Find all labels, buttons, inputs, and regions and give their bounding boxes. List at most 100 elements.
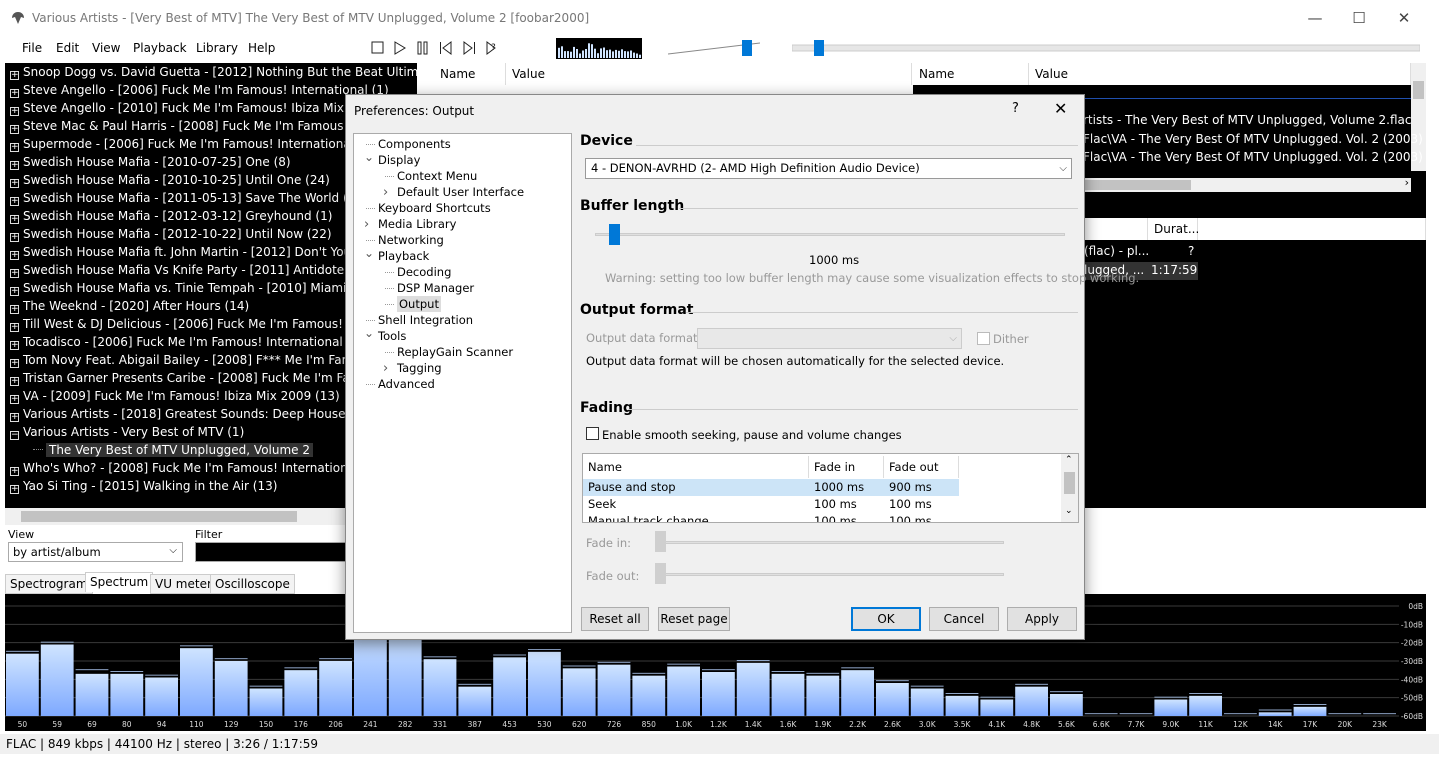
device-select[interactable]: 4 - DENON-AVRHD (2- AMD High Definition …	[585, 158, 1072, 179]
expand-icon[interactable]: +	[10, 269, 19, 278]
column-title[interactable]	[1084, 218, 1148, 240]
close-window-button[interactable]: ✕	[1381, 6, 1427, 32]
chevron-right-icon[interactable]: ›	[364, 217, 369, 232]
maximize-button[interactable]: ☐	[1336, 6, 1382, 32]
pref-tree-item[interactable]: Media Library	[378, 216, 456, 232]
fade-in-slider-thumb[interactable]	[655, 531, 666, 552]
column-duration[interactable]: Durat...	[1148, 218, 1199, 240]
pref-tree-item[interactable]: Display	[378, 152, 420, 168]
library-item[interactable]: + Tom Novy Feat. Abigail Bailey - [2008] …	[10, 351, 387, 369]
preferences-tree[interactable]: Components ⌄ Display Context Menu › Default U…	[353, 133, 572, 633]
menu-help[interactable]: Help	[248, 41, 275, 55]
library-item[interactable]: + Swedish House Mafia - [2012-10-22] Unti…	[10, 225, 332, 243]
playlist-row-title[interactable]: (flac) - pl...	[1084, 244, 1149, 258]
tab-spectrogram[interactable]: Spectrogram	[5, 574, 93, 594]
filter-input[interactable]	[195, 542, 350, 562]
expand-icon[interactable]: +	[10, 305, 19, 314]
pref-tree-item[interactable]: ReplayGain Scanner	[397, 344, 513, 360]
help-button[interactable]: ?	[1012, 101, 1019, 116]
reset-all-button[interactable]: Reset all	[581, 607, 649, 631]
pref-tree-item[interactable]: Shell Integration	[378, 312, 473, 328]
tab-oscilloscope[interactable]: Oscilloscope	[210, 574, 295, 594]
library-item[interactable]: + Tocadisco - [2006] Fuck Me I'm Famous! …	[10, 333, 364, 351]
pref-tree-item[interactable]: Output	[397, 296, 441, 312]
view-mode-select[interactable]: by artist/album ⌵	[8, 542, 183, 562]
column-value[interactable]: Value	[506, 63, 912, 85]
column-name[interactable]: Name	[434, 63, 506, 85]
fade-row[interactable]: Seek 100 ms 100 ms	[583, 496, 959, 513]
pref-tree-item[interactable]: Components	[378, 136, 451, 152]
library-item[interactable]: + Who's Who? - [2008] Fuck Me I'm Famous!…	[10, 459, 384, 477]
library-item[interactable]: + The Weeknd - [2020] After Hours (14)	[10, 297, 249, 315]
apply-button[interactable]: Apply	[1007, 607, 1077, 631]
library-item[interactable]: + Steve Angello - [2010] Fuck Me I'm Famo…	[10, 99, 399, 117]
library-item[interactable]: + Steve Mac & Paul Harris - [2008] Fuck M…	[10, 117, 388, 135]
library-item[interactable]: + Tristan Garner Presents Caribe - [2008]…	[10, 369, 387, 387]
menu-file[interactable]: File	[22, 41, 42, 55]
library-item[interactable]: + Swedish House Mafia - [2012-03-12] Grey…	[10, 207, 332, 225]
column-name[interactable]: Name	[913, 63, 1029, 85]
scrollbar-thumb[interactable]	[1064, 472, 1075, 494]
library-item[interactable]: + VA - [2009] Fuck Me I'm Famous! Ibiza M…	[10, 387, 340, 405]
expand-icon[interactable]: +	[10, 323, 19, 332]
buffer-slider-track[interactable]	[595, 233, 1065, 236]
expand-icon[interactable]: +	[10, 395, 19, 404]
library-item[interactable]: + Swedish House Mafia - [2010-07-25] One …	[10, 153, 291, 171]
fade-column-out[interactable]: Fade out	[884, 456, 959, 478]
cancel-button[interactable]: Cancel	[929, 607, 999, 631]
expand-icon[interactable]: +	[10, 413, 19, 422]
chevron-right-icon[interactable]: ›	[1405, 176, 1409, 189]
scrollbar-thumb[interactable]	[1413, 81, 1424, 99]
scrollbar-thumb[interactable]	[1083, 180, 1191, 190]
chevron-down-icon[interactable]: ⌄	[1065, 506, 1073, 516]
fade-list-scrollbar[interactable]: ⌃ ⌄	[1061, 454, 1078, 522]
tab-spectrum[interactable]: Spectrum	[85, 572, 154, 592]
collapse-icon[interactable]: −	[10, 431, 19, 440]
tab-vu-meter[interactable]: VU meter	[150, 574, 217, 594]
chevron-down-icon[interactable]: ⌄	[364, 326, 374, 340]
volume-slider[interactable]	[668, 40, 760, 56]
chevron-up-icon[interactable]: ⌃	[1065, 455, 1073, 465]
seek-bar[interactable]	[792, 40, 1420, 56]
scrollbar-thumb[interactable]	[21, 511, 297, 522]
expand-icon[interactable]: +	[10, 287, 19, 296]
library-item[interactable]: + Various Artists - [2018] Greatest Sound…	[10, 405, 392, 423]
expand-icon[interactable]: +	[10, 71, 19, 80]
pref-tree-item[interactable]: DSP Manager	[397, 280, 474, 296]
fade-row[interactable]: Pause and stop 1000 ms 900 ms	[583, 479, 959, 496]
library-item[interactable]: + Swedish House Mafia Vs Knife Party - [2…	[10, 261, 365, 279]
library-item[interactable]: + Supermode - [2006] Fuck Me I'm Famous! …	[10, 135, 375, 153]
chevron-right-icon[interactable]: ›	[383, 361, 388, 376]
library-item[interactable]: + Yao Si Ting - [2015] Walking in the Air…	[10, 477, 277, 495]
pref-tree-item[interactable]: Default User Interface	[397, 184, 524, 200]
fade-column-name[interactable]: Name	[583, 456, 809, 478]
random-icon[interactable]: ?	[483, 40, 501, 56]
fade-row[interactable]: Manual track change 100 ms 100 ms	[583, 513, 959, 522]
expand-icon[interactable]: +	[10, 143, 19, 152]
expand-icon[interactable]: +	[10, 485, 19, 494]
minimize-button[interactable]: —	[1292, 6, 1338, 32]
pref-tree-item[interactable]: Networking	[378, 232, 444, 248]
pref-tree-item[interactable]: Keyboard Shortcuts	[378, 200, 491, 216]
library-item[interactable]: + Swedish House Mafia - [2010-10-25] Unti…	[10, 171, 330, 189]
library-item[interactable]: + Swedish House Mafia - [2011-05-13] Save…	[10, 189, 360, 207]
expand-icon[interactable]: +	[10, 233, 19, 242]
next-icon[interactable]	[460, 40, 478, 56]
dialog-close-button[interactable]: ✕	[1054, 99, 1067, 118]
menu-edit[interactable]: Edit	[56, 41, 79, 55]
previous-icon[interactable]	[437, 40, 455, 56]
pref-tree-item[interactable]: Tools	[378, 328, 406, 344]
properties-horizontal-scrollbar[interactable]: ›	[1083, 176, 1411, 192]
smooth-fading-checkbox[interactable]	[586, 427, 599, 440]
dither-checkbox[interactable]	[977, 332, 990, 345]
expand-icon[interactable]: +	[10, 215, 19, 224]
expand-icon[interactable]: +	[10, 251, 19, 260]
menu-library[interactable]: Library	[196, 41, 238, 55]
expand-icon[interactable]: +	[10, 107, 19, 116]
fade-column-in[interactable]: Fade in	[809, 456, 884, 478]
expand-icon[interactable]: +	[10, 341, 19, 350]
menu-playback[interactable]: Playback	[133, 41, 187, 55]
reset-page-button[interactable]: Reset page	[658, 607, 730, 631]
pref-tree-item[interactable]: Decoding	[397, 264, 451, 280]
stop-icon[interactable]	[369, 40, 387, 56]
